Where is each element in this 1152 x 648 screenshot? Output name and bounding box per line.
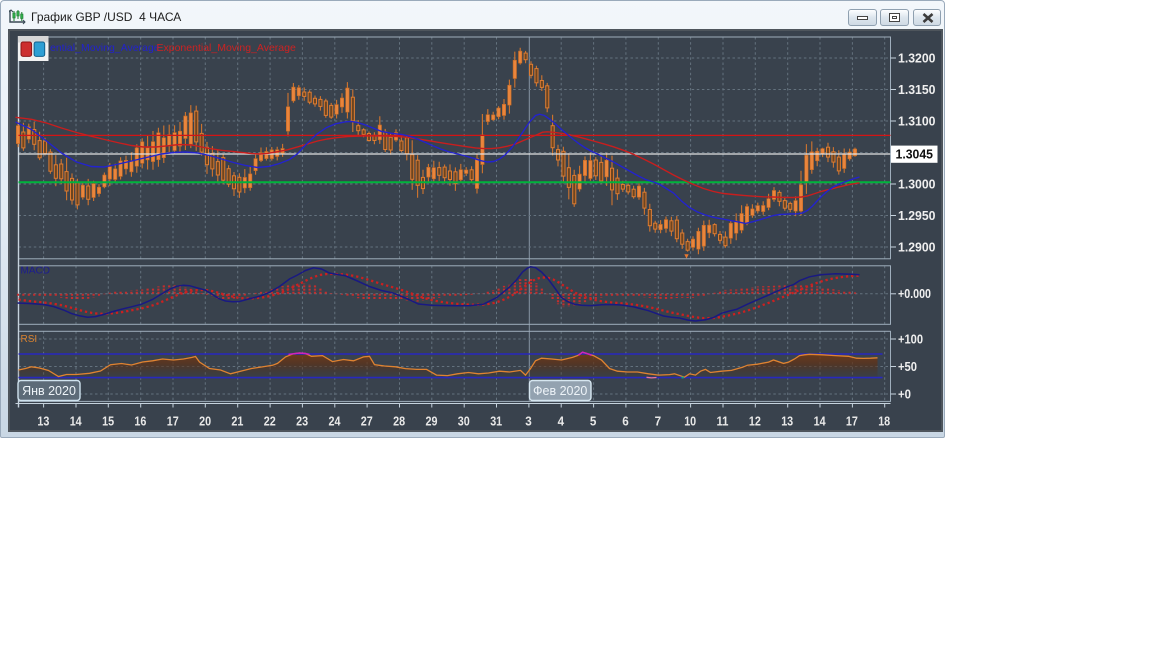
- svg-text:14: 14: [69, 415, 81, 429]
- svg-text:4: 4: [557, 415, 564, 429]
- svg-text:1.3200: 1.3200: [898, 50, 936, 65]
- svg-text:15: 15: [102, 415, 114, 429]
- svg-text:7: 7: [654, 415, 661, 429]
- svg-text:29: 29: [425, 415, 437, 429]
- svg-text:Фев 2020: Фев 2020: [533, 384, 587, 398]
- svg-text:31: 31: [490, 415, 502, 429]
- svg-text:22: 22: [263, 415, 275, 429]
- svg-text:17: 17: [845, 415, 857, 429]
- svg-text:24: 24: [328, 415, 340, 429]
- svg-text:+0: +0: [898, 386, 911, 401]
- svg-text:11: 11: [716, 415, 728, 429]
- svg-text:18: 18: [878, 415, 890, 429]
- svg-text:1.3100: 1.3100: [898, 113, 936, 128]
- svg-text:1.2900: 1.2900: [898, 239, 936, 254]
- svg-text:3: 3: [525, 415, 532, 429]
- svg-text:30: 30: [457, 415, 469, 429]
- svg-text:ential_Moving_Average: ential_Moving_Average: [50, 42, 160, 54]
- svg-text:1.3045: 1.3045: [895, 147, 933, 162]
- svg-text:6: 6: [622, 415, 629, 429]
- svg-text:1.3150: 1.3150: [898, 82, 936, 97]
- svg-text:21: 21: [231, 415, 243, 429]
- svg-text:Янв 2020: Янв 2020: [22, 384, 76, 398]
- svg-text:14: 14: [813, 415, 825, 429]
- svg-text:13: 13: [781, 415, 793, 429]
- svg-text:Exponential_Moving_Average: Exponential_Moving_Average: [156, 42, 295, 54]
- svg-text:5: 5: [589, 415, 596, 429]
- svg-text:23: 23: [296, 415, 308, 429]
- svg-text:MACD: MACD: [20, 266, 49, 277]
- svg-text:28: 28: [393, 415, 405, 429]
- svg-text:+100: +100: [898, 331, 923, 346]
- svg-text:16: 16: [134, 415, 146, 429]
- svg-text:13: 13: [37, 415, 49, 429]
- svg-text:12: 12: [748, 415, 760, 429]
- svg-text:17: 17: [166, 415, 178, 429]
- svg-text:+0.000: +0.000: [898, 286, 931, 301]
- svg-text:1.2950: 1.2950: [898, 208, 936, 223]
- svg-text:RSI: RSI: [20, 334, 37, 345]
- svg-text:10: 10: [684, 415, 696, 429]
- svg-text:+50: +50: [898, 359, 917, 374]
- svg-text:1.3000: 1.3000: [898, 176, 936, 191]
- svg-text:20: 20: [199, 415, 211, 429]
- svg-text:27: 27: [360, 415, 372, 429]
